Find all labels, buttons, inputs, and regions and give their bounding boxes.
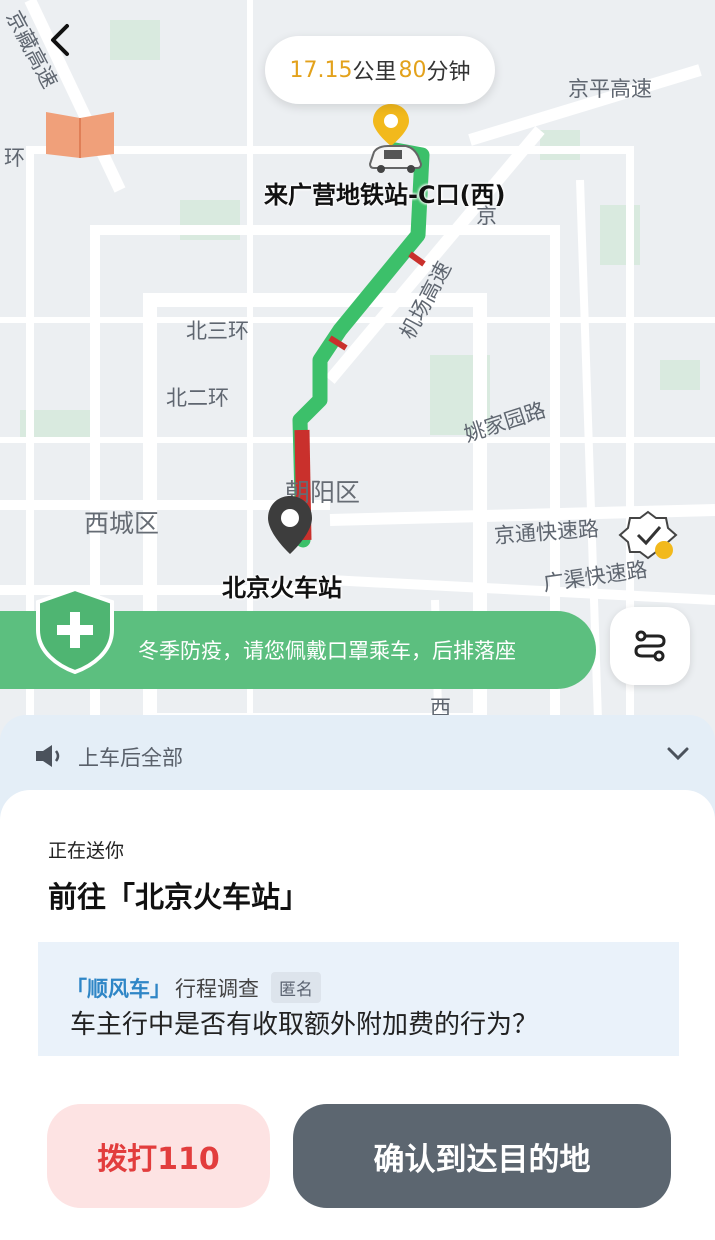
trip-card: 正在送你 前往「北京火车站」 「顺风车」 行程调查 匿名 车主行中是否有收取额外… [0,790,715,1240]
origin-label: 来广营地铁站-C口(西) [264,181,506,209]
road-label-north3: 北三环 [186,319,249,343]
distance-value: 17.15 [289,57,353,83]
trip-summary-pill: 17.15 公里 80 分钟 [265,36,495,104]
road-label-north2: 北二环 [166,386,229,410]
trip-destination: 前往「北京火车站」 [48,880,310,914]
back-button[interactable] [40,20,80,60]
map-book-icon[interactable] [44,108,116,158]
trip-status: 正在送你 [48,840,125,862]
district-label-xicheng: 西城区 [84,509,160,538]
call-110-button[interactable]: 拨打110 [47,1104,270,1208]
survey-question: 车主行中是否有收取额外附加费的行为？ [70,1010,539,1040]
confirm-arrival-button[interactable]: 确认到达目的地 [293,1104,671,1208]
destination-pin-icon [268,496,312,554]
badge-check-icon[interactable] [618,508,680,564]
route-icon [634,630,666,662]
survey-kind: 行程调查 [175,976,259,1001]
route-button[interactable] [610,607,690,685]
car-icon [368,145,423,173]
shield-plus-icon [36,586,114,674]
chevron-down-icon[interactable] [665,745,691,763]
speaker-icon [36,745,60,767]
epidemic-banner-text: 冬季防疫，请您佩戴口罩乘车，后排落座 [138,639,516,663]
road-label-jingping: 京平高速 [568,77,652,101]
back-arrow-icon [51,24,69,56]
survey-brand: 「顺风车」 [66,976,171,1001]
voice-notice-label: 上车后全部 [78,746,183,770]
time-value: 80 [398,57,427,83]
road-label-huan: 环 [4,146,25,170]
survey-anon-badge: 匿名 [271,972,321,1003]
trip-survey[interactable]: 「顺风车」 行程调查 匿名 车主行中是否有收取额外附加费的行为？ [38,942,679,1056]
time-unit: 分钟 [426,60,471,85]
distance-unit: 公里 [352,60,397,85]
destination-label: 北京火车站 [222,574,342,602]
